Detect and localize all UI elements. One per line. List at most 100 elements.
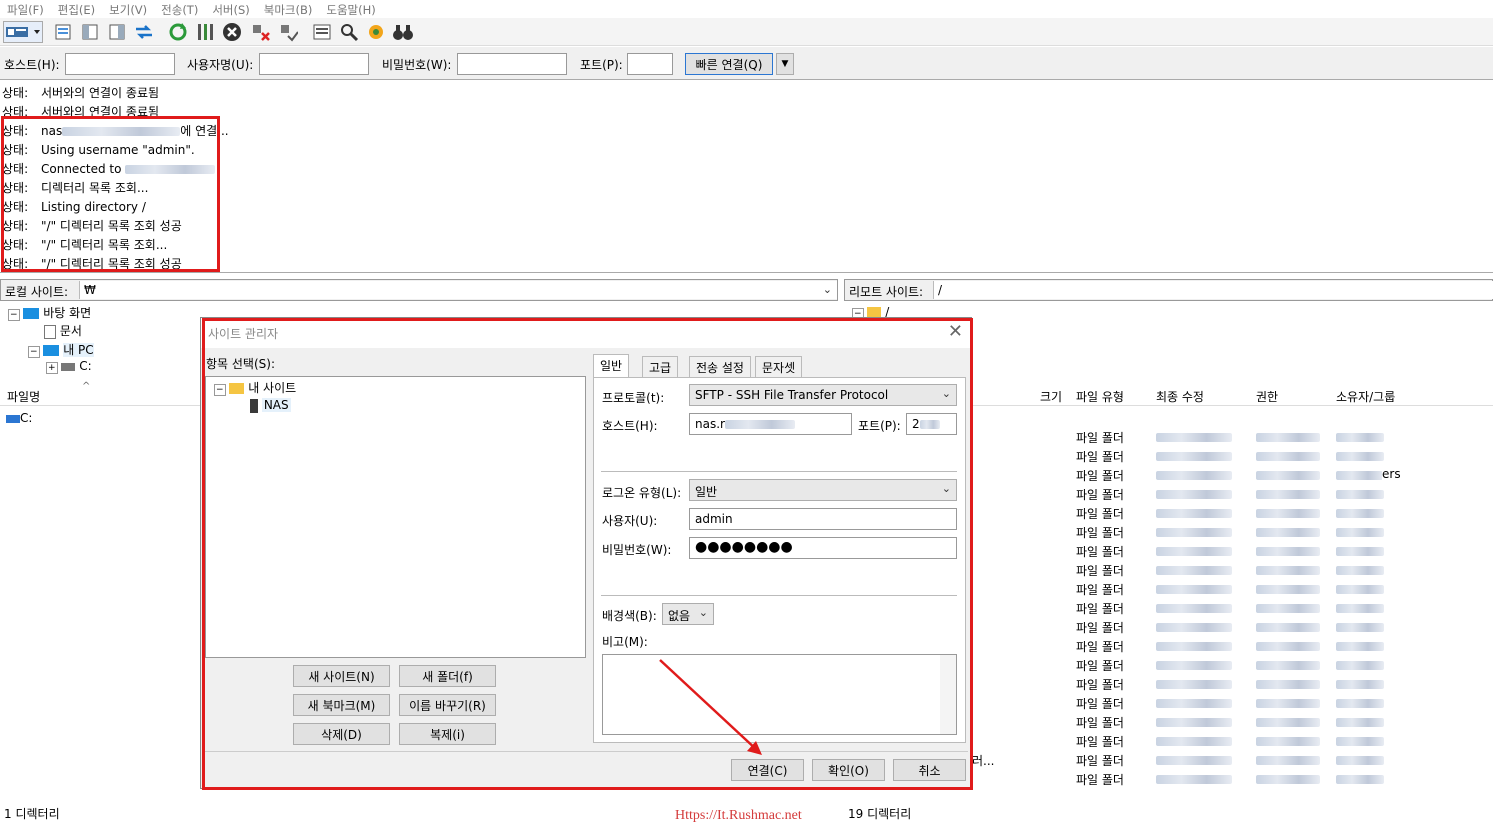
transfer-queue-icon[interactable] [133, 21, 155, 43]
local-tree-item-mypc[interactable]: − 내 PC [28, 341, 94, 358]
host-input[interactable] [65, 53, 175, 75]
file-type-cell: 파일 폴더 [1076, 678, 1124, 692]
redacted-text [1336, 699, 1384, 708]
file-type-cell: 파일 폴더 [1076, 564, 1124, 578]
redacted-text [1256, 737, 1320, 746]
redacted-text [1156, 699, 1232, 708]
chevron-down-icon[interactable]: ⌄ [823, 283, 832, 296]
table-row[interactable]: 파일 폴더 [1076, 695, 1384, 712]
remote-status: 19 디렉터리 [848, 807, 912, 821]
column-size[interactable]: 크기 [1040, 388, 1062, 405]
redacted-text [1336, 566, 1384, 575]
table-row[interactable]: 파일 폴더 [1076, 581, 1384, 598]
local-tree-icon[interactable] [79, 21, 101, 43]
remote-site-label: 리모트 사이트: [849, 285, 924, 299]
binoculars-icon[interactable] [392, 21, 414, 43]
table-row[interactable]: 파일 폴더 [1076, 562, 1384, 579]
redacted-text [1156, 661, 1232, 670]
redacted-text [1256, 718, 1320, 727]
table-row[interactable]: 파일 폴더 [1076, 600, 1384, 617]
filter-icon[interactable] [194, 21, 216, 43]
menu-transfer[interactable]: 전송(T) [154, 0, 205, 18]
sort-up-icon: ^ [82, 381, 91, 392]
redacted-text [1156, 452, 1232, 461]
refresh-icon[interactable] [167, 21, 189, 43]
redacted-text [1256, 680, 1320, 689]
local-status: 1 디렉터리 [4, 807, 60, 821]
menu-bar: 파일(F) 편집(E) 보기(V) 전송(T) 서버(S) 북마크(B) 도움말… [0, 0, 1493, 18]
redacted-text [1256, 775, 1320, 784]
redacted-text [1156, 718, 1232, 727]
column-owner[interactable]: 소유자/그룹 [1336, 388, 1395, 405]
column-type[interactable]: 파일 유형 [1076, 388, 1124, 405]
drive-icon [6, 414, 20, 423]
local-path-input[interactable]: ₩ [79, 281, 837, 299]
table-row[interactable]: 파일 폴더 [1076, 524, 1384, 541]
table-row[interactable]: 파일 폴더 [1076, 657, 1384, 674]
menu-file[interactable]: 파일(F) [0, 0, 51, 18]
remote-file-list-header: 크기 파일 유형 최종 수정 권한 소유자/그룹 [972, 384, 1493, 406]
directory-listing-icon[interactable] [311, 21, 333, 43]
table-row[interactable]: 파일 폴더 [1076, 429, 1384, 446]
redacted-text [1256, 623, 1320, 632]
password-input[interactable] [457, 53, 567, 75]
table-row[interactable]: 파일 폴더 [1076, 486, 1384, 503]
table-row[interactable]: 파일 폴더 [1076, 771, 1384, 788]
redacted-text [1336, 737, 1384, 746]
quick-connect-dropdown[interactable]: ▼ [776, 53, 794, 75]
file-type-cell: 파일 폴더 [1076, 488, 1124, 502]
redacted-text [1256, 547, 1320, 556]
local-tree-item-c[interactable]: + C: [46, 359, 92, 374]
annotation-arrow-icon [659, 659, 762, 755]
file-type-cell: 파일 폴더 [1076, 602, 1124, 616]
disconnect-icon[interactable] [250, 21, 272, 43]
reconnect-icon[interactable] [277, 21, 299, 43]
username-input[interactable] [259, 53, 369, 75]
menu-bookmarks[interactable]: 북마크(B) [257, 0, 320, 18]
menu-view[interactable]: 보기(V) [102, 0, 154, 18]
redacted-text [1336, 471, 1384, 480]
remote-site-bar: 리모트 사이트: / [844, 279, 1493, 301]
message-log-icon[interactable] [52, 21, 74, 43]
local-file-row-c[interactable]: C: [6, 411, 32, 425]
chevron-down-icon: ▼ [781, 59, 789, 69]
local-tree-item-desktop[interactable]: − 바탕 화면 [8, 304, 91, 321]
username-label: 사용자명(U): [187, 58, 254, 72]
redacted-text [1336, 775, 1384, 784]
file-type-cell: 파일 폴더 [1076, 545, 1124, 559]
table-row[interactable]: 파일 폴더 [1076, 619, 1384, 636]
table-row[interactable]: 파일 폴더 [1076, 714, 1384, 731]
column-filename[interactable]: 파일명 [7, 388, 40, 405]
redacted-text [1256, 452, 1320, 461]
menu-server[interactable]: 서버(S) [205, 0, 256, 18]
port-input[interactable] [627, 53, 673, 75]
column-permissions[interactable]: 권한 [1256, 388, 1278, 405]
redacted-text [1256, 604, 1320, 613]
table-row[interactable]: 파일 폴더 [1076, 638, 1384, 655]
remote-path-input[interactable]: / [933, 281, 1493, 299]
site-manager-icon[interactable] [3, 21, 43, 43]
remote-tree-icon[interactable] [106, 21, 128, 43]
table-row[interactable]: 파일 폴더 [1076, 448, 1384, 465]
menu-edit[interactable]: 편집(E) [51, 0, 102, 18]
table-row[interactable]: 파일 폴더 [1076, 676, 1384, 693]
search-files-icon[interactable] [338, 21, 360, 43]
local-tree-item-documents[interactable]: 문서 [44, 322, 82, 339]
table-row[interactable]: 파일 폴더 ers [1076, 467, 1401, 484]
redacted-text [1156, 471, 1232, 480]
table-row[interactable]: 파일 폴더 [1076, 505, 1384, 522]
redacted-text [1336, 490, 1384, 499]
redacted-text [1156, 509, 1232, 518]
table-row[interactable]: 파일 폴더 [1076, 543, 1384, 560]
redacted-text [1336, 452, 1384, 461]
quick-connect-button[interactable]: 빠른 연결(Q) [685, 53, 773, 75]
cancel-icon[interactable] [221, 21, 243, 43]
menu-help[interactable]: 도움말(H) [319, 0, 382, 18]
table-row[interactable]: 파일 폴더 [1076, 733, 1384, 750]
sync-browse-icon[interactable] [365, 21, 387, 43]
column-modified[interactable]: 최종 수정 [1156, 388, 1204, 405]
port-label: 포트(P): [580, 58, 623, 72]
redacted-text [1156, 623, 1232, 632]
table-row[interactable]: 파일 폴더 [1076, 752, 1384, 769]
file-type-cell: 파일 폴더 [1076, 773, 1124, 787]
